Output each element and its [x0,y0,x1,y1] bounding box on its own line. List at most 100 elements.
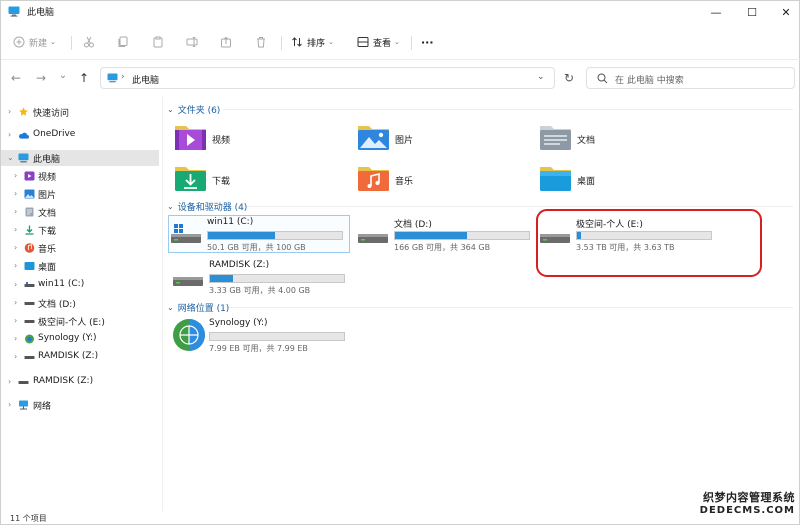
folder-label: 音乐 [395,177,414,187]
chevron-down-icon[interactable]: ⌄ [537,72,545,82]
watermark-line2: DEDECMS.COM [699,505,795,516]
drive-name: 文档 (D:) [394,220,432,230]
network-drive-icon [25,334,34,344]
toolbar-separator [411,36,412,50]
nav-item-label: 此电脑 [33,155,61,165]
folder-label: 桌面 [577,177,596,187]
chevron-right-icon[interactable]: › [14,171,17,180]
drive-icon [24,356,35,359]
nav-item-pictures[interactable]: › 图片 [1,186,159,202]
sort-label: 排序 [307,38,326,49]
chevron-right-icon[interactable]: › [14,280,17,289]
breadcrumb[interactable]: 此电脑 [132,73,159,86]
nav-item-this-pc[interactable]: ⌄ 此电脑 [1,150,159,166]
pane-divider [162,97,163,511]
trash-icon [257,37,265,48]
section-header-drives[interactable]: ⌄ 设备和驱动器 (4) [167,199,247,213]
toolbar-separator [71,36,72,50]
nav-item-label: 网络 [33,402,52,412]
nav-item-desktop[interactable]: › 桌面 [1,258,159,274]
share-button[interactable] [220,33,232,51]
chevron-right-icon[interactable]: › [14,207,17,216]
more-options-button[interactable]: ··· [421,33,434,51]
nav-item-music[interactable]: › 音乐 [1,240,159,256]
nav-item-downloads[interactable]: › 下载 [1,222,159,238]
drive-c[interactable]: win11 (C:) 50.1 GB 可用，共 100 GB [168,215,350,253]
drive-z[interactable]: RAMDISK (Z:) 3.33 GB 可用，共 4.00 GB [171,259,351,295]
nav-item-documents[interactable]: › 文档 [1,204,159,220]
nav-item-network[interactable]: › 网络 [1,397,159,413]
nav-item-ramdisk-root[interactable]: › RAMDISK (Z:) [1,374,159,390]
copy-button[interactable] [117,33,129,51]
drive-info: 50.1 GB 可用，共 100 GB [207,243,306,252]
rename-icon [186,37,198,47]
paste-icon [153,36,163,48]
chevron-right-icon[interactable]: › [14,316,17,325]
nav-item-label: win11 (C:) [38,279,85,289]
section-title: 文件夹 (6) [177,105,221,116]
paste-button[interactable] [152,33,164,51]
section-title: 网络位置 (1) [177,303,230,314]
maximize-button[interactable]: ☐ [735,3,769,21]
drive-d[interactable]: 文档 (D:) 166 GB 可用，共 364 GB [356,216,536,252]
download-icon [25,225,34,235]
chevron-right-icon[interactable]: › [14,261,17,270]
chevron-right-icon[interactable]: › [14,298,17,307]
chevron-right-icon[interactable]: › [14,189,17,198]
desktop-icon [24,262,35,270]
refresh-button[interactable]: ↻ [558,67,580,89]
pc-icon [107,73,118,83]
forward-button[interactable]: → [31,69,51,87]
chevron-down-icon[interactable]: ⌄ [7,153,14,162]
chevron-right-icon[interactable]: › [8,107,11,116]
network-icon [19,400,28,410]
search-box[interactable]: 在 此电脑 中搜索 [586,67,795,89]
folder-pictures[interactable]: 图片 [357,122,527,158]
rename-button[interactable] [186,33,198,51]
pc-icon [8,6,20,17]
new-button[interactable]: 新建 ⌄ [13,33,56,51]
nav-item-videos[interactable]: › 视频 [1,168,159,184]
folder-videos[interactable]: 视频 [174,122,344,158]
folder-desktop[interactable]: 桌面 [539,163,709,199]
nav-item-drive-c[interactable]: › win11 (C:) [1,277,159,293]
section-header-network[interactable]: ⌄ 网络位置 (1) [167,300,229,314]
delete-button[interactable] [255,33,267,51]
drive-icon [24,320,35,323]
documents-folder-icon [540,126,571,150]
scissors-icon [84,36,94,48]
sort-icon [292,37,302,47]
close-button[interactable]: ✕ [769,3,800,21]
up-button[interactable]: ↑ [74,69,94,87]
folder-music[interactable]: 音乐 [357,163,527,199]
copy-icon [118,36,128,47]
nav-item-label: 音乐 [38,245,57,255]
chevron-right-icon[interactable]: › [14,352,17,361]
address-bar[interactable]: › 此电脑 ⌄ [100,67,555,89]
nav-item-quick-access[interactable]: › 快速访问 [1,104,159,120]
back-button[interactable]: ← [6,69,26,87]
nav-item-drive-z[interactable]: › RAMDISK (Z:) [1,349,159,365]
chevron-right-icon[interactable]: › [14,243,17,252]
view-button[interactable]: 查看 ⌄ [357,33,400,51]
cut-button[interactable] [83,33,95,51]
folder-downloads[interactable]: 下载 [174,163,344,199]
nav-item-onedrive[interactable]: › OneDrive [1,127,159,143]
toolbar-divider [1,59,800,60]
minimize-button[interactable]: — [699,3,733,21]
section-header-folders[interactable]: ⌄ 文件夹 (6) [167,102,220,116]
nav-item-drive-d[interactable]: › 文档 (D:) [1,295,159,311]
network-drive-y[interactable]: Synology (Y:) 7.99 EB 可用，共 7.99 EB [171,317,351,353]
chevron-right-icon[interactable]: › [8,400,11,409]
nav-item-drive-e[interactable]: › 极空间-个人 (E:) [1,313,159,329]
drive-name: Synology (Y:) [209,318,268,328]
chevron-right-icon[interactable]: › [14,334,17,343]
nav-item-drive-y[interactable]: › Synology (Y:) [1,331,159,347]
chevron-right-icon[interactable]: › [8,377,11,386]
section-rule [229,307,793,308]
folder-documents[interactable]: 文档 [539,122,709,158]
sort-button[interactable]: 排序 ⌄ [291,33,334,51]
recent-locations-button[interactable]: ⌄ [53,66,73,84]
chevron-right-icon[interactable]: › [8,130,11,139]
chevron-right-icon[interactable]: › [14,225,17,234]
